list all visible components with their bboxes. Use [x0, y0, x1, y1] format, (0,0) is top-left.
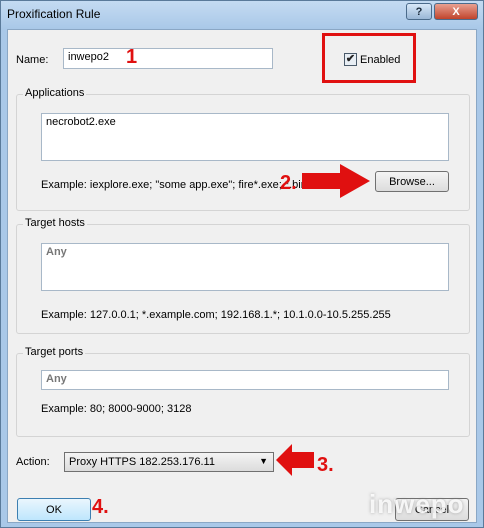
- target-hosts-group-title: Target hosts: [23, 217, 87, 229]
- proxification-rule-dialog: Proxification Rule ? X Name: inwepo2 1 ✔…: [0, 0, 484, 528]
- enabled-label[interactable]: Enabled: [360, 54, 400, 66]
- annotation-arrow-right-icon: [302, 164, 370, 198]
- applications-group: Applications necrobot2.exe Example: iexp…: [16, 87, 470, 211]
- applications-group-title: Applications: [23, 87, 87, 99]
- action-selected-value: Proxy HTTPS 182.253.176.11: [69, 456, 215, 468]
- annotation-step-2: 2.: [280, 172, 297, 194]
- annotation-step-3: 3.: [317, 454, 334, 476]
- target-ports-group: Target ports Any Example: 80; 8000-9000;…: [16, 346, 470, 437]
- title-bar: Proxification Rule ? X: [1, 1, 483, 29]
- annotation-arrow-left-icon: [276, 444, 314, 476]
- annotation-step-4: 4.: [92, 496, 109, 518]
- action-select[interactable]: Proxy HTTPS 182.253.176.11 ▼: [64, 452, 274, 472]
- target-ports-group-title: Target ports: [23, 346, 86, 358]
- name-label: Name:: [16, 54, 49, 66]
- target-ports-example: Example: 80; 8000-9000; 3128: [41, 403, 192, 415]
- target-ports-input[interactable]: Any: [41, 370, 449, 390]
- watermark: inwepo: [369, 489, 465, 519]
- window-title: Proxification Rule: [7, 7, 101, 21]
- dialog-body: Name: inwepo2 1 ✔ Enabled Applications n…: [7, 29, 477, 523]
- name-input[interactable]: inwepo2: [63, 48, 273, 69]
- target-hosts-group: Target hosts Any Example: 127.0.0.1; *.e…: [16, 217, 470, 334]
- help-button[interactable]: ?: [406, 3, 432, 20]
- applications-example: Example: iexplore.exe; "some app.exe"; f…: [41, 179, 307, 191]
- annotation-step-1: 1: [126, 46, 138, 68]
- close-button[interactable]: X: [434, 3, 478, 20]
- enabled-checkbox[interactable]: ✔: [344, 53, 357, 66]
- target-hosts-input[interactable]: Any: [41, 243, 449, 291]
- target-hosts-example: Example: 127.0.0.1; *.example.com; 192.1…: [41, 309, 391, 321]
- browse-button[interactable]: Browse...: [375, 171, 449, 192]
- ok-button[interactable]: OK: [17, 498, 91, 521]
- applications-input[interactable]: necrobot2.exe: [41, 113, 449, 161]
- chevron-down-icon: ▼: [259, 456, 268, 466]
- action-label: Action:: [16, 456, 50, 468]
